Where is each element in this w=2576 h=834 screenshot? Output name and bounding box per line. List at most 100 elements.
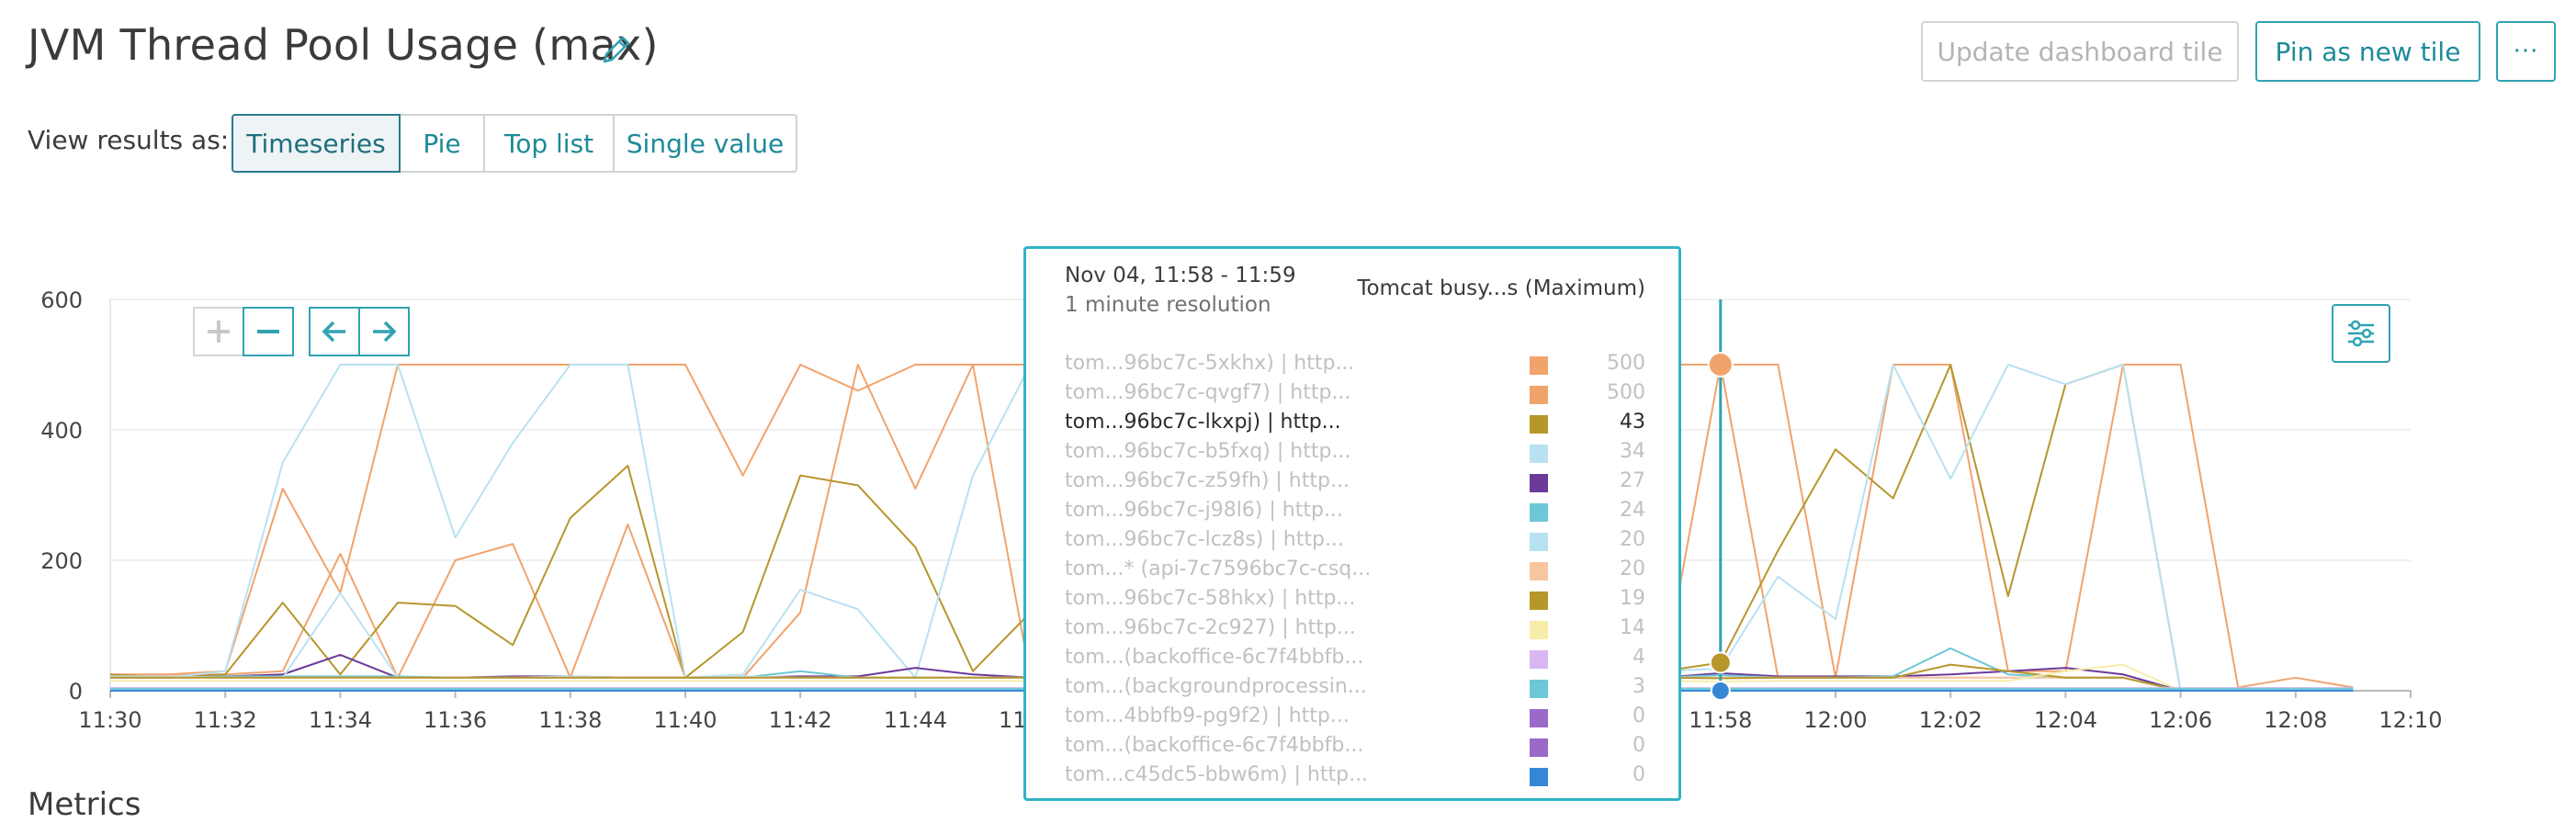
x-tick-label: 11:38 — [538, 707, 602, 733]
tooltip-row-value: 500 — [1607, 352, 1645, 375]
x-tick-label: 11:32 — [194, 707, 257, 733]
tooltip-row: tom...c45dc5-bbw6m) | http... 0 — [1026, 763, 1678, 793]
tooltip-row: tom...96bc7c-58hkx) | http... 19 — [1026, 587, 1678, 616]
y-tick-label: 400 — [40, 418, 83, 444]
tooltip-row-value: 20 — [1620, 528, 1645, 551]
tooltip-row: tom...* (api-7c7596bc7c-csq... 20 — [1026, 558, 1678, 587]
chart-settings-button[interactable] — [2332, 304, 2390, 363]
minus-icon — [257, 330, 279, 333]
tooltip-row-value: 43 — [1620, 411, 1645, 434]
zoom-out-button[interactable] — [243, 307, 294, 356]
tooltip-resolution: 1 minute resolution — [1065, 293, 1271, 317]
sliders-icon — [2348, 320, 2374, 347]
tooltip-row-value: 0 — [1633, 763, 1645, 786]
tooltip-row-name: tom...* (api-7c7596bc7c-csq... — [1065, 558, 1372, 580]
x-tick-label: 11:42 — [769, 707, 832, 733]
x-tick-label: 11:44 — [884, 707, 947, 733]
tooltip-metric-header: Tomcat busy...s (Maximum) — [1357, 276, 1645, 300]
tooltip-row-swatch — [1530, 562, 1548, 580]
tooltip-row-name: tom...96bc7c-z59fh) | http... — [1065, 469, 1350, 492]
tooltip-row-name: tom...96bc7c-j98l6) | http... — [1065, 499, 1343, 522]
tooltip-row-value: 24 — [1620, 499, 1645, 522]
tooltip-row-value: 0 — [1633, 704, 1645, 727]
tooltip-row-value: 19 — [1620, 587, 1645, 610]
tooltip-row: tom...96bc7c-5xkhx) | http... 500 — [1026, 352, 1678, 381]
x-tick-label: 11:34 — [309, 707, 372, 733]
tooltip-row-name: tom...96bc7c-b5fxq) | http... — [1065, 440, 1351, 463]
tooltip-row: tom...(backoffice-6c7f4bbfb... 4 — [1026, 646, 1678, 675]
pan-right-button[interactable] — [358, 307, 410, 356]
x-tick-label: 11:30 — [78, 707, 141, 733]
tooltip-row-swatch — [1530, 768, 1548, 786]
tooltip-row-value: 4 — [1633, 646, 1645, 669]
chart-cursor — [1707, 299, 1734, 701]
tooltip-row-swatch — [1530, 356, 1548, 375]
x-tick-label: 11:58 — [1689, 707, 1752, 733]
x-tick-label: 12:06 — [2149, 707, 2212, 733]
tooltip-row: tom...(backoffice-6c7f4bbfb... 0 — [1026, 734, 1678, 763]
x-tick-label: 12:10 — [2378, 707, 2442, 733]
y-axis-ticks: 0 200 400 600 — [40, 287, 83, 704]
x-tick-label: 12:04 — [2034, 707, 2097, 733]
tooltip-row-swatch — [1530, 621, 1548, 639]
tooltip-row-name: tom...c45dc5-bbw6m) | http... — [1065, 763, 1369, 786]
tooltip-row-name: tom...96bc7c-lkxpj) | http... — [1065, 411, 1341, 434]
x-tick-label: 12:08 — [2264, 707, 2327, 733]
y-tick-label: 600 — [40, 287, 83, 313]
tooltip-row: tom...96bc7c-z59fh) | http... 27 — [1026, 469, 1678, 499]
y-tick-label: 200 — [40, 548, 83, 574]
tooltip-row-swatch — [1530, 709, 1548, 727]
tooltip-row: tom...96bc7c-lcz8s) | http... 20 — [1026, 528, 1678, 558]
view-option-timeseries[interactable]: Timeseries — [232, 114, 401, 173]
tooltip-row-swatch — [1530, 386, 1548, 404]
tooltip-row: tom...96bc7c-b5fxq) | http... 34 — [1026, 440, 1678, 469]
tooltip-row: tom...96bc7c-lkxpj) | http... 43 — [1026, 411, 1678, 440]
tooltip-row-name: tom...96bc7c-qvgf7) | http... — [1065, 381, 1351, 404]
tooltip-row: tom...(backgroundprocessin... 3 — [1026, 675, 1678, 704]
tooltip-row-swatch — [1530, 592, 1548, 610]
tooltip-date: Nov 04, 11:58 - 11:59 — [1065, 264, 1296, 287]
tooltip-row-swatch — [1530, 445, 1548, 463]
arrow-right-icon — [373, 321, 397, 343]
chart-tooltip: Nov 04, 11:58 - 11:59 1 minute resolutio… — [1023, 246, 1681, 801]
tooltip-row: tom...4bbfb9-pg9f2) | http... 0 — [1026, 704, 1678, 734]
tooltip-row-name: tom...96bc7c-58hkx) | http... — [1065, 587, 1356, 610]
tooltip-row-swatch — [1530, 650, 1548, 669]
tooltip-row-name: tom...96bc7c-2c927) | http... — [1065, 616, 1356, 639]
tooltip-row-name: tom...4bbfb9-pg9f2) | http... — [1065, 704, 1350, 727]
tooltip-row-value: 27 — [1620, 469, 1645, 492]
arrow-left-icon — [322, 321, 345, 343]
cursor-point — [1709, 651, 1732, 674]
tooltip-row-value: 500 — [1607, 381, 1645, 404]
plus-icon — [208, 321, 230, 343]
tooltip-row-name: tom...96bc7c-5xkhx) | http... — [1065, 352, 1355, 375]
tooltip-row-swatch — [1530, 474, 1548, 492]
tooltip-row-name: tom...(backoffice-6c7f4bbfb... — [1065, 646, 1364, 669]
x-tick-label: 12:00 — [1803, 707, 1867, 733]
tooltip-row-swatch — [1530, 738, 1548, 757]
tooltip-row-name: tom...(backgroundprocessin... — [1065, 675, 1367, 698]
x-tick-label: 11:40 — [653, 707, 717, 733]
tooltip-row-swatch — [1530, 533, 1548, 551]
tooltip-row-swatch — [1530, 680, 1548, 698]
tooltip-row: tom...96bc7c-2c927) | http... 14 — [1026, 616, 1678, 646]
metrics-heading: Metrics — [28, 786, 141, 823]
cursor-point — [1710, 681, 1731, 701]
tooltip-row-swatch — [1530, 415, 1548, 434]
y-tick-label: 0 — [69, 679, 83, 704]
tooltip-row-value: 20 — [1620, 558, 1645, 580]
cursor-point — [1707, 352, 1734, 378]
tooltip-row-value: 0 — [1633, 734, 1645, 757]
tooltip-row-swatch — [1530, 503, 1548, 522]
tooltip-row-value: 3 — [1633, 675, 1645, 698]
tooltip-row-value: 14 — [1620, 616, 1645, 639]
tooltip-row-value: 34 — [1620, 440, 1645, 463]
x-tick-label: 11:36 — [424, 707, 487, 733]
x-tick-label: 12:02 — [1919, 707, 1983, 733]
tooltip-row: tom...96bc7c-j98l6) | http... 24 — [1026, 499, 1678, 528]
tooltip-row: tom...96bc7c-qvgf7) | http... 500 — [1026, 381, 1678, 411]
tooltip-row-name: tom...(backoffice-6c7f4bbfb... — [1065, 734, 1364, 757]
zoom-in-button[interactable] — [193, 307, 244, 356]
tooltip-row-name: tom...96bc7c-lcz8s) | http... — [1065, 528, 1344, 551]
pan-left-button[interactable] — [309, 307, 360, 356]
